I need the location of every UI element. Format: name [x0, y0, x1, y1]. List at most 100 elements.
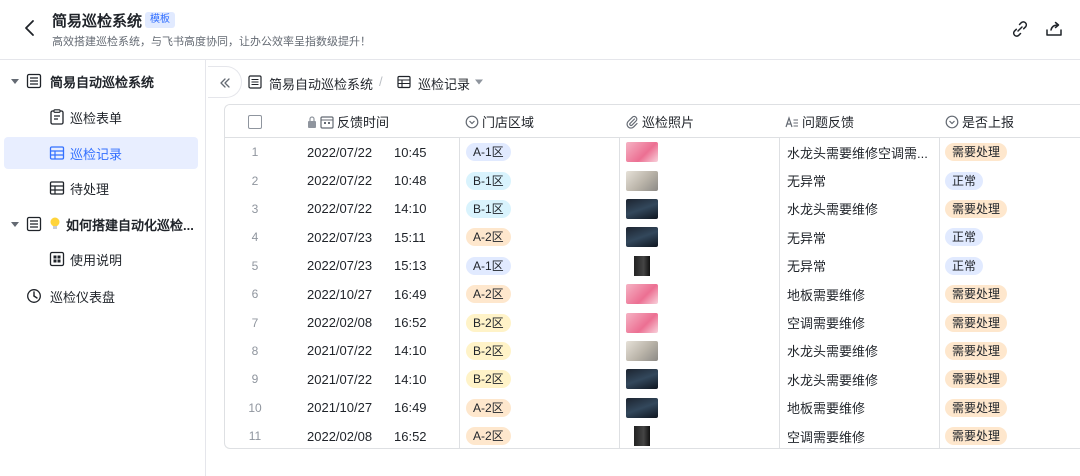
cell-issue[interactable]: 空调需要维修: [787, 422, 933, 448]
photo-thumbnail[interactable]: [626, 227, 658, 248]
cell-report[interactable]: 正常: [945, 252, 1075, 280]
table-row[interactable]: 8 2021/07/22 14:10 B-2区 水龙头需要维修 需要处理: [225, 337, 1080, 365]
cell-date[interactable]: 2022/07/23: [307, 223, 387, 251]
column-header-area[interactable]: 门店区域: [459, 105, 619, 138]
sidebar-item-howto[interactable]: 如何搭建自动化巡检...: [4, 208, 198, 240]
cell-area[interactable]: A-2区: [466, 394, 616, 422]
table-row[interactable]: 1 2022/07/22 10:45 A-1区 水龙头需要维修空调需... 需要处理: [225, 138, 1080, 166]
cell-photo[interactable]: [626, 195, 776, 223]
table-row[interactable]: 7 2022/02/08 16:52 B-2区 空调需要维修 需要处理: [225, 308, 1080, 336]
cell-report[interactable]: 正常: [945, 166, 1075, 194]
cell-area[interactable]: B-2区: [466, 365, 616, 393]
cell-photo[interactable]: [626, 223, 776, 251]
photo-thumbnail[interactable]: [626, 397, 658, 418]
breadcrumb-base[interactable]: 简易自动巡检系统: [269, 74, 373, 93]
cell-area[interactable]: A-1区: [466, 252, 616, 280]
cell-report[interactable]: 需要处理: [945, 280, 1075, 308]
cell-issue[interactable]: 水龙头需要维修空调需...: [787, 138, 933, 166]
photo-thumbnail[interactable]: [626, 340, 658, 361]
back-arrow-icon[interactable]: [18, 16, 42, 40]
cell-issue[interactable]: 水龙头需要维修: [787, 195, 933, 223]
table-row[interactable]: 6 2022/10/27 16:49 A-2区 地板需要维修 需要处理: [225, 280, 1080, 308]
cell-report[interactable]: 需要处理: [945, 195, 1075, 223]
cell-time[interactable]: 16:52: [394, 308, 454, 336]
cell-date[interactable]: 2022/02/08: [307, 308, 387, 336]
cell-time[interactable]: 15:13: [394, 252, 454, 280]
cell-photo[interactable]: [626, 422, 776, 448]
sidebar-item-dashboard[interactable]: 巡检仪表盘: [4, 280, 198, 312]
link-icon[interactable]: [1009, 18, 1031, 40]
cell-area[interactable]: B-1区: [466, 166, 616, 194]
cell-issue[interactable]: 无异常: [787, 223, 933, 251]
sidebar-item-records[interactable]: 巡检记录: [4, 137, 198, 169]
table-row[interactable]: 11 2022/02/08 16:52 A-2区 空调需要维修 需要处理: [225, 422, 1080, 448]
select-all-checkbox[interactable]: [248, 114, 262, 129]
cell-issue[interactable]: 水龙头需要维修: [787, 337, 933, 365]
cell-report[interactable]: 需要处理: [945, 365, 1075, 393]
cell-area[interactable]: A-1区: [466, 138, 616, 166]
cell-time[interactable]: 10:45: [394, 138, 454, 166]
sidebar-item-guide[interactable]: 使用说明: [4, 243, 198, 275]
cell-issue[interactable]: 地板需要维修: [787, 280, 933, 308]
column-header-issue[interactable]: 问题反馈: [779, 105, 939, 138]
cell-date[interactable]: 2022/10/27: [307, 280, 387, 308]
cell-area[interactable]: A-2区: [466, 422, 616, 448]
table-row[interactable]: 2 2022/07/22 10:48 B-1区 无异常 正常: [225, 166, 1080, 194]
cell-area[interactable]: B-1区: [466, 195, 616, 223]
collapse-sidebar-button[interactable]: [208, 66, 242, 98]
column-header-photo[interactable]: 巡检照片: [619, 105, 779, 138]
cell-photo[interactable]: [626, 365, 776, 393]
cell-issue[interactable]: 水龙头需要维修: [787, 365, 933, 393]
breadcrumb-view[interactable]: 巡检记录: [418, 74, 470, 93]
sidebar-item-base[interactable]: 简易自动巡检系统: [4, 65, 198, 97]
cell-report[interactable]: 需要处理: [945, 138, 1075, 166]
cell-photo[interactable]: [626, 337, 776, 365]
caret-down-icon[interactable]: [10, 219, 20, 229]
table-row[interactable]: 9 2021/07/22 14:10 B-2区 水龙头需要维修 需要处理: [225, 365, 1080, 393]
table-row[interactable]: 3 2022/07/22 14:10 B-1区 水龙头需要维修 需要处理: [225, 195, 1080, 223]
cell-date[interactable]: 2021/07/22: [307, 365, 387, 393]
cell-photo[interactable]: [626, 166, 776, 194]
cell-time[interactable]: 16:52: [394, 422, 454, 448]
cell-date[interactable]: 2021/07/22: [307, 337, 387, 365]
cell-report[interactable]: 正常: [945, 223, 1075, 251]
cell-time[interactable]: 15:11: [394, 223, 454, 251]
photo-thumbnail[interactable]: [626, 426, 658, 447]
cell-time[interactable]: 14:10: [394, 365, 454, 393]
cell-date[interactable]: 2021/10/27: [307, 394, 387, 422]
photo-thumbnail[interactable]: [626, 369, 658, 390]
photo-thumbnail[interactable]: [626, 255, 658, 276]
table-row[interactable]: 5 2022/07/23 15:13 A-1区 无异常 正常: [225, 252, 1080, 280]
cell-time[interactable]: 16:49: [394, 394, 454, 422]
cell-report[interactable]: 需要处理: [945, 394, 1075, 422]
cell-photo[interactable]: [626, 280, 776, 308]
photo-thumbnail[interactable]: [626, 284, 658, 305]
table-row[interactable]: 4 2022/07/23 15:11 A-2区 无异常 正常: [225, 223, 1080, 251]
cell-report[interactable]: 需要处理: [945, 337, 1075, 365]
cell-date[interactable]: 2022/02/08: [307, 422, 387, 448]
cell-date[interactable]: 2022/07/22: [307, 138, 387, 166]
cell-photo[interactable]: [626, 252, 776, 280]
cell-area[interactable]: B-2区: [466, 308, 616, 336]
cell-time[interactable]: 14:10: [394, 337, 454, 365]
photo-thumbnail[interactable]: [626, 142, 658, 163]
column-header-report[interactable]: 是否上报: [939, 105, 1080, 138]
cell-photo[interactable]: [626, 138, 776, 166]
sidebar-item-form[interactable]: 巡检表单: [4, 101, 198, 133]
cell-issue[interactable]: 无异常: [787, 252, 933, 280]
photo-thumbnail[interactable]: [626, 198, 658, 219]
cell-time[interactable]: 10:48: [394, 166, 454, 194]
cell-area[interactable]: A-2区: [466, 280, 616, 308]
cell-area[interactable]: B-2区: [466, 337, 616, 365]
cell-report[interactable]: 需要处理: [945, 422, 1075, 448]
caret-down-icon[interactable]: [10, 76, 20, 86]
cell-report[interactable]: 需要处理: [945, 308, 1075, 336]
share-icon[interactable]: [1043, 18, 1065, 40]
cell-time[interactable]: 16:49: [394, 280, 454, 308]
column-header-time[interactable]: 反馈时间: [285, 105, 459, 138]
cell-date[interactable]: 2022/07/23: [307, 252, 387, 280]
caret-down-icon[interactable]: [474, 78, 484, 86]
cell-photo[interactable]: [626, 308, 776, 336]
cell-date[interactable]: 2022/07/22: [307, 195, 387, 223]
photo-thumbnail[interactable]: [626, 312, 658, 333]
